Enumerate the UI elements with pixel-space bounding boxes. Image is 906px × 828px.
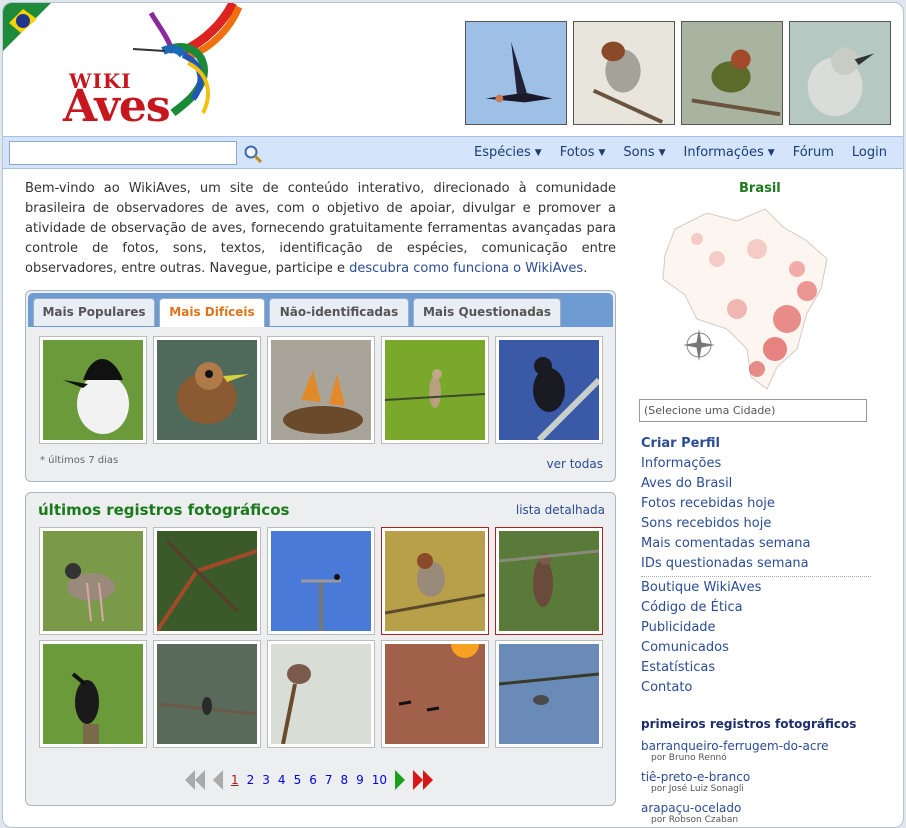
caret-down-icon: ▼ (598, 148, 606, 158)
photo-thumb[interactable] (39, 336, 147, 444)
nav-item-5[interactable]: Login (852, 145, 887, 160)
nav-item-label: Sons (623, 145, 655, 160)
first-record-item: tiê-preto-e-branco por José Luiz Sonagli (641, 770, 881, 794)
compass-rose-icon (683, 329, 715, 361)
main-navbar: Espécies ▼ Fotos ▼ Sons ▼ Informações ▼ Fórum Log… (3, 136, 903, 169)
city-select[interactable] (639, 399, 867, 422)
detailed-list-link[interactable]: lista detalhada (516, 503, 605, 517)
popular-photos-panel: Mais Populares Mais Difíceis Não-identific… (25, 290, 616, 482)
brazil-map[interactable] (657, 199, 835, 391)
page-frame: WIKI Aves Espécies ▼ Fotos ▼ Sons ▼ Informaçõe… (2, 2, 904, 828)
tab-1[interactable]: Mais Difíceis (159, 298, 265, 327)
photo-thumb[interactable] (153, 336, 261, 444)
header-photo-swallow[interactable] (465, 21, 567, 125)
photo-thumb[interactable] (495, 336, 603, 444)
photo-thumb[interactable] (267, 640, 375, 748)
sidebar-link[interactable]: Informações (641, 454, 871, 474)
page-link[interactable]: 8 (340, 773, 348, 787)
sidebar-link[interactable]: Fotos recebidas hoje (641, 494, 871, 514)
sidebar-link[interactable]: IDs questionadas semana (641, 554, 871, 574)
first-record-author: por José Luiz Sonagli (651, 784, 744, 794)
first-record-species-link[interactable]: tiê-preto-e-branco (641, 770, 881, 784)
tab-3[interactable]: Mais Questionadas (413, 298, 561, 326)
sidebar-link[interactable]: Aves do Brasil (641, 474, 871, 494)
sidebar-link[interactable]: Publicidade (641, 618, 871, 638)
header-photo-antshrike[interactable] (573, 21, 675, 125)
period-note: * últimos 7 dias (40, 455, 119, 466)
caret-down-icon: ▼ (534, 148, 542, 158)
nav-menu: Espécies ▼ Fotos ▼ Sons ▼ Informações ▼ Fórum Log… (456, 145, 887, 160)
see-all-link[interactable]: ver todas (546, 457, 603, 471)
first-record-item: barranqueiro-ferrugem-do-acre por Bruno R… (641, 739, 881, 763)
nav-item-3[interactable]: Informações ▼ (684, 145, 775, 160)
nav-item-2[interactable]: Sons ▼ (623, 145, 665, 160)
photo-thumb[interactable] (381, 640, 489, 748)
photo-thumb[interactable] (495, 527, 603, 635)
tab-0[interactable]: Mais Populares (33, 298, 155, 326)
photo-thumb[interactable] (153, 527, 261, 635)
nav-item-0[interactable]: Espécies ▼ (474, 145, 542, 160)
photo-thumb[interactable] (267, 527, 375, 635)
intro-end: . (583, 261, 588, 276)
page-link[interactable]: 3 (262, 773, 270, 787)
first-record-author: por Bruno Rennó (651, 753, 727, 763)
sidebar-link[interactable]: Mais comentadas semana (641, 534, 871, 554)
wikiaves-logo[interactable]: WIKI Aves (33, 3, 263, 135)
sidebar-menu: Criar Perfil Informações Aves do Brasil Fot… (641, 434, 871, 698)
first-records-title: primeiros registros fotográficos (641, 717, 857, 731)
sidebar-link[interactable]: Contato (641, 678, 871, 698)
header-photo-flycatcher[interactable] (789, 21, 891, 125)
photo-thumb[interactable] (267, 336, 375, 444)
page-link[interactable]: 4 (278, 773, 286, 787)
photo-thumb[interactable] (381, 527, 489, 635)
logo-aves-text: Aves (63, 81, 171, 132)
nav-item-label: Login (851, 145, 887, 160)
recent-photos-title: últimos registros fotográficos (38, 501, 290, 519)
nav-item-1[interactable]: Fotos ▼ (560, 145, 606, 160)
photo-thumb[interactable] (153, 640, 261, 748)
search-input[interactable] (9, 141, 237, 165)
nav-item-label: Espécies (473, 145, 531, 160)
sidebar-link[interactable]: Estatísticas (641, 658, 871, 678)
pagination: 1 2 3 4 5 6 7 8 9 10 (181, 766, 437, 794)
first-record-species-link[interactable]: barranqueiro-ferrugem-do-acre (641, 739, 881, 753)
intro-text: Bem-vindo ao WikiAves, um site de conteú… (25, 179, 616, 279)
first-record-item: arapaçu-ocelado por Robson Czaban (641, 801, 881, 825)
last-page-icon[interactable] (411, 768, 435, 792)
menu-divider (641, 576, 871, 577)
how-it-works-link[interactable]: descubra como funciona o WikiAves (349, 261, 583, 276)
page-link[interactable]: 10 (372, 773, 387, 787)
sidebar-link[interactable]: Sons recebidos hoje (641, 514, 871, 534)
photo-thumb[interactable] (381, 336, 489, 444)
page-link[interactable]: 9 (356, 773, 364, 787)
photo-thumb[interactable] (39, 640, 147, 748)
nav-item-label: Fórum (792, 145, 834, 160)
first-page-icon[interactable] (183, 768, 207, 792)
sidebar-link[interactable]: Criar Perfil (641, 434, 871, 454)
caret-down-icon: ▼ (658, 148, 666, 158)
photo-thumb[interactable] (39, 527, 147, 635)
nav-item-label: Fotos (559, 145, 595, 160)
next-page-icon[interactable] (393, 768, 407, 792)
nav-item-label: Informações (683, 145, 764, 160)
header-photo-tody[interactable] (681, 21, 783, 125)
page-link[interactable]: 5 (294, 773, 302, 787)
sidebar-link[interactable]: Boutique WikiAves (641, 578, 871, 598)
nav-item-4[interactable]: Fórum (793, 145, 834, 160)
first-record-author: por Robson Czaban (651, 815, 739, 825)
page-link[interactable]: 6 (309, 773, 317, 787)
recent-photos-panel: últimos registros fotográficos lista det… (25, 492, 616, 806)
caret-down-icon: ▼ (767, 148, 775, 158)
photo-thumb[interactable] (495, 640, 603, 748)
page-link[interactable]: 2 (247, 773, 255, 787)
map-title: Brasil (739, 181, 781, 196)
search-icon[interactable] (243, 144, 263, 164)
page-link[interactable]: 1 (231, 773, 239, 787)
tab-2[interactable]: Não-identificadas (269, 298, 409, 326)
page-link[interactable]: 7 (325, 773, 333, 787)
first-record-species-link[interactable]: arapaçu-ocelado (641, 801, 881, 815)
sidebar-link[interactable]: Código de Ética (641, 598, 871, 618)
prev-page-icon[interactable] (211, 768, 225, 792)
sidebar-link[interactable]: Comunicados (641, 638, 871, 658)
